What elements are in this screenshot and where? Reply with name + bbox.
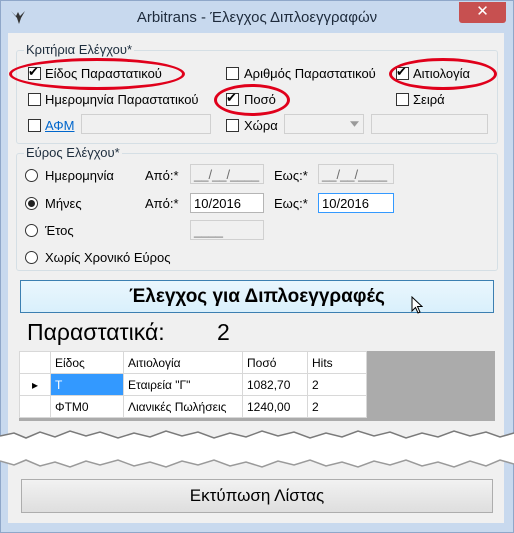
table-cell[interactable]: 1082,70 bbox=[242, 373, 308, 396]
range-months-label: Μήνες bbox=[45, 196, 82, 211]
range-none-label: Χωρίς Χρονικό Εύρος bbox=[45, 250, 171, 265]
print-list-button[interactable]: Εκτύπωση Λίστας bbox=[21, 479, 493, 513]
doc-date-label: Ημερομηνία Παραστατικού bbox=[45, 92, 199, 107]
afm-input[interactable] bbox=[81, 114, 211, 134]
range-date-label: Ημερομηνία bbox=[45, 168, 114, 183]
country-checkbox[interactable] bbox=[226, 119, 239, 132]
range-year-label: Έτος bbox=[45, 223, 74, 238]
date-to-input[interactable]: __/__/____ bbox=[318, 164, 394, 184]
highlight-oval-doc-type bbox=[9, 58, 185, 90]
print-list-label: Εκτύπωση Λίστας bbox=[189, 486, 325, 505]
range-date-radio[interactable] bbox=[25, 169, 38, 182]
highlight-oval-reason bbox=[389, 58, 497, 90]
results-table: Είδος Αιτιολογία Ποσό Hits ▸ Τ Εταιρεία … bbox=[19, 351, 367, 418]
months-to-input[interactable]: 10/2016 bbox=[318, 193, 394, 213]
close-button[interactable]: ✕ bbox=[459, 2, 506, 23]
window-title: Arbitrans - Έλεγχος Διπλοεγγραφών bbox=[136, 9, 378, 26]
column-header[interactable]: Ποσό bbox=[242, 351, 308, 374]
table-row[interactable]: ▸ Τ Εταιρεία "Γ" 1082,70 2 bbox=[19, 373, 367, 396]
criteria-legend: Κριτήρια Ελέγχου* bbox=[24, 42, 135, 57]
months-to-label: Εως:* bbox=[274, 196, 308, 211]
date-from-input[interactable]: __/__/____ bbox=[190, 164, 264, 184]
range-year-radio[interactable] bbox=[25, 224, 38, 237]
months-from-input[interactable]: 10/2016 bbox=[190, 193, 264, 213]
table-header-row: Είδος Αιτιολογία Ποσό Hits bbox=[19, 351, 367, 374]
doc-number-label: Αριθμός Παραστατικού bbox=[244, 66, 376, 81]
date-to-label: Εως:* bbox=[274, 168, 308, 183]
column-header[interactable]: Αιτιολογία bbox=[123, 351, 243, 374]
range-none-radio[interactable] bbox=[25, 251, 38, 264]
afm-checkbox[interactable] bbox=[28, 119, 41, 132]
column-header[interactable]: Hits bbox=[307, 351, 367, 374]
table-row[interactable]: ΦΤΜ0 Λιανικές Πωλήσεις 1240,00 2 bbox=[19, 395, 367, 418]
table-cell[interactable]: 1240,00 bbox=[242, 395, 308, 418]
check-duplicates-label: Έλεγχος για Διπλοεγγραφές bbox=[129, 286, 385, 307]
series-input[interactable] bbox=[371, 114, 488, 134]
afm-link[interactable]: ΑΦΜ bbox=[45, 118, 75, 133]
range-months-radio[interactable] bbox=[25, 197, 38, 210]
table-cell[interactable]: Τ bbox=[50, 373, 124, 396]
date-from-label: Από:* bbox=[145, 168, 179, 183]
table-cell[interactable]: ΦΤΜ0 bbox=[50, 395, 124, 418]
table-cell[interactable]: 2 bbox=[307, 373, 367, 396]
table-cell[interactable]: Λιανικές Πωλήσεις bbox=[123, 395, 243, 418]
result-count: 2 bbox=[217, 319, 230, 345]
row-header-corner bbox=[19, 351, 51, 374]
results-grid: Είδος Αιτιολογία Ποσό Hits ▸ Τ Εταιρεία … bbox=[19, 351, 495, 421]
mouse-cursor-icon bbox=[411, 296, 423, 314]
months-from-label: Από:* bbox=[145, 196, 179, 211]
table-cell[interactable]: 2 bbox=[307, 395, 367, 418]
column-header[interactable]: Είδος bbox=[50, 351, 124, 374]
doc-number-checkbox[interactable] bbox=[226, 67, 239, 80]
year-input[interactable]: ____ bbox=[190, 220, 264, 240]
torn-edge-divider bbox=[0, 430, 514, 468]
current-row-arrow-icon: ▸ bbox=[19, 373, 51, 396]
series-label: Σειρά bbox=[413, 92, 445, 107]
doc-date-checkbox[interactable] bbox=[28, 93, 41, 106]
table-cell[interactable]: Εταιρεία "Γ" bbox=[123, 373, 243, 396]
range-legend: Εύρος Ελέγχου* bbox=[24, 145, 122, 160]
row-header bbox=[19, 395, 51, 418]
series-checkbox[interactable] bbox=[396, 93, 409, 106]
highlight-oval-amount bbox=[214, 84, 290, 116]
chevron-down-icon bbox=[350, 121, 359, 127]
result-label: Παραστατικά: bbox=[27, 319, 165, 345]
title-bar: Arbitrans - Έλεγχος Διπλοεγγραφών ✕ bbox=[1, 1, 513, 34]
country-label: Χώρα bbox=[244, 118, 278, 133]
